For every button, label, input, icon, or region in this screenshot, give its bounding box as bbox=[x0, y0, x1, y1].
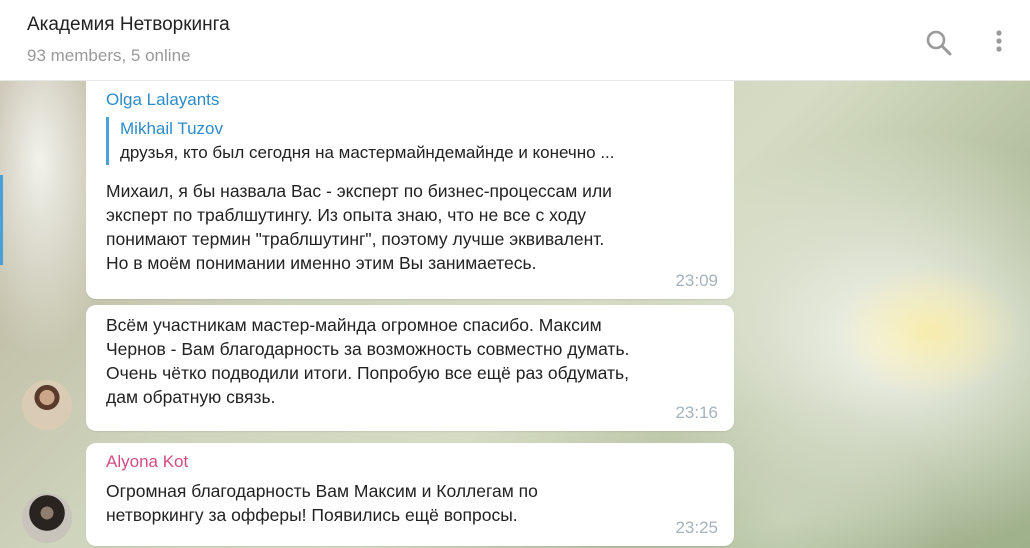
message-bubble[interactable]: Alyona Kot Огромная благодарность Вам Ма… bbox=[86, 443, 734, 546]
selection-marker bbox=[0, 175, 3, 265]
chat-header: Академия Нетворкинга 93 members, 5 onlin… bbox=[0, 0, 1030, 81]
chat-subtitle: 93 members, 5 online bbox=[27, 46, 191, 65]
kebab-menu-icon bbox=[996, 30, 1002, 52]
message-bubble[interactable]: Всём участникам мастер-майнда огромное с… bbox=[86, 305, 734, 431]
avatar[interactable] bbox=[22, 380, 72, 430]
search-button[interactable] bbox=[922, 26, 956, 60]
message-time: 23:25 bbox=[675, 518, 718, 537]
more-menu-button[interactable] bbox=[982, 26, 1016, 60]
reply-text: друзья, кто был сегодня на мастермайндем… bbox=[120, 143, 615, 162]
message-time: 23:16 bbox=[675, 403, 718, 422]
avatar[interactable] bbox=[22, 493, 72, 543]
reply-quote[interactable]: Mikhail Tuzov друзья, кто был сегодня на… bbox=[106, 117, 716, 165]
chat-title[interactable]: Академия Нетворкинга bbox=[27, 14, 230, 36]
message-sender[interactable]: Alyona Kot bbox=[106, 451, 716, 473]
search-icon bbox=[926, 30, 952, 56]
message-sender[interactable]: Olga Lalayants bbox=[106, 89, 716, 111]
message-bubble[interactable]: Olga Lalayants Mikhail Tuzov друзья, кто… bbox=[86, 81, 734, 299]
message-text: Огромная благодарность Вам Максим и Колл… bbox=[106, 481, 538, 525]
message-time: 23:09 bbox=[675, 271, 718, 290]
reply-author: Mikhail Tuzov bbox=[120, 119, 223, 138]
message-text: Михаил, я бы назвала Вас - эксперт по би… bbox=[106, 181, 612, 273]
message-text: Всём участникам мастер-майнда огромное с… bbox=[106, 315, 630, 407]
